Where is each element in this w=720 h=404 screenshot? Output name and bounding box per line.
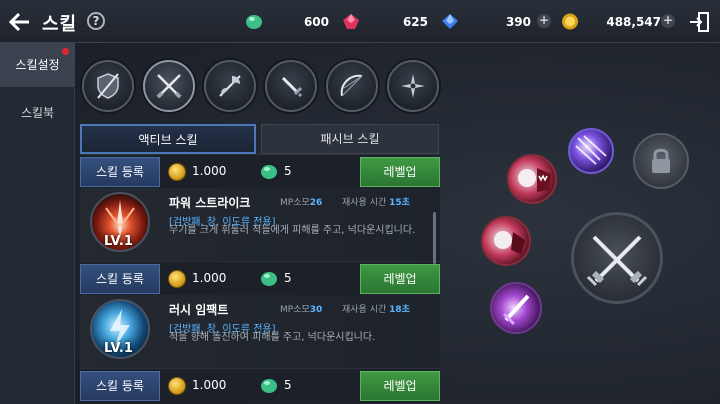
sidebar-item-skill-settings[interactable]: 스킬설정: [0, 43, 75, 87]
gem-cost: 5: [284, 271, 292, 285]
sidebar-item-label: 스킬북: [20, 106, 55, 120]
blue-gem-value: 390: [505, 15, 531, 29]
crossed-swords-icon: [156, 74, 182, 99]
weapon-filter-shield-sword[interactable]: [82, 60, 134, 112]
exit-button[interactable]: [688, 11, 710, 33]
back-arrow-icon: [9, 12, 29, 32]
gold-value: 488,547: [606, 15, 661, 29]
cooldown: 재사용 시간 18초: [342, 305, 410, 315]
green-gem-icon: [261, 165, 277, 179]
spirit-face-icon: [494, 231, 525, 254]
gold-coin-icon: [562, 13, 578, 30]
sidebar-item-skill-book[interactable]: 스킬북: [0, 91, 75, 135]
weapon-filter-bow[interactable]: [326, 60, 378, 112]
sidebar: 스킬설정 스킬북: [0, 43, 75, 404]
demon-face-icon: [518, 168, 551, 192]
skill-description: 적을 향해 돌진하여 피해를 주고, 넉다운시킵니다.: [169, 332, 376, 343]
tab-active-skills[interactable]: 액티브 스킬: [80, 124, 256, 154]
mp-cost: MP소모26: [280, 198, 323, 208]
green-gem-icon: [261, 379, 277, 393]
green-gem-counter: 600: [245, 12, 329, 32]
skill-level: LV.1: [104, 234, 133, 249]
axe-icon: [219, 75, 241, 97]
register-skill-button[interactable]: 스킬 등록: [80, 157, 160, 187]
levelup-button[interactable]: 레벨업: [360, 157, 440, 187]
page-title: 스킬: [42, 14, 78, 35]
skill-slot-locked[interactable]: [633, 133, 689, 189]
skill-slot-demon-face[interactable]: [507, 154, 557, 204]
top-bar: 스킬 ? 600 625 390 + 488,547 +: [0, 0, 720, 43]
shield-sword-icon: [97, 73, 119, 99]
cooldown: 재사용 시간 15초: [342, 198, 410, 208]
gem-cost: 5: [284, 378, 292, 392]
register-skill-button[interactable]: 스킬 등록: [80, 371, 160, 401]
shuriken-icon: [401, 74, 425, 98]
weapon-filter-axe[interactable]: [204, 60, 256, 112]
gold-cost: 1.000: [192, 378, 227, 392]
weapon-filter-bar: [80, 58, 440, 116]
list-scrollbar[interactable]: [433, 212, 436, 264]
levelup-button[interactable]: 레벨업: [360, 371, 440, 401]
blue-gem-counter: 390: [441, 12, 531, 32]
help-button[interactable]: ?: [87, 12, 105, 30]
blue-gem-plus-button[interactable]: +: [537, 14, 551, 28]
gold-coin-icon: [168, 270, 186, 288]
skill-card-power-strike[interactable]: LV.1 파워 스트라이크 MP소모26 재사용 시간 15초 [검방패, 창,…: [80, 188, 440, 261]
sidebar-item-label: 스킬설정: [15, 58, 60, 72]
gold-plus-button[interactable]: +: [661, 14, 675, 28]
skill-slot-dark-spirit[interactable]: [481, 216, 531, 266]
red-gem-icon: [343, 14, 359, 29]
register-skill-button[interactable]: 스킬 등록: [80, 264, 160, 294]
skill-description: 무기를 크게 휘둘러 적들에게 피해를 주고, 넉다운시킵니다.: [169, 225, 416, 236]
skill-action-row: 스킬 등록 1.000 5 레벨업: [80, 261, 440, 295]
weapon-filter-dagger[interactable]: [265, 60, 317, 112]
purple-blade-icon: [502, 294, 530, 326]
dagger-icon: [281, 76, 303, 98]
skill-slot-purple-blade[interactable]: [490, 282, 542, 334]
blue-gem-icon: [442, 14, 458, 29]
weapon-filter-shuriken[interactable]: [387, 60, 439, 112]
back-button[interactable]: [9, 12, 31, 32]
skill-action-row: 스킬 등록 1.000 5 레벨업: [80, 368, 440, 402]
levelup-button[interactable]: 레벨업: [360, 264, 440, 294]
skill-card-rush-impact[interactable]: LV.1 러시 임팩트 MP소모30 재사용 시간 18초 [검방패, 창, 이…: [80, 295, 440, 368]
skill-level: LV.1: [104, 341, 133, 356]
bow-icon: [340, 74, 363, 97]
green-gem-icon: [246, 15, 262, 29]
notification-dot: [62, 48, 69, 55]
crossed-swords-icon: [586, 235, 648, 287]
gold-coin-icon: [168, 377, 186, 395]
skill-action-row: 스킬 등록 1.000 5 레벨업: [80, 154, 440, 188]
green-gem-icon: [261, 272, 277, 286]
exit-door-icon: [690, 12, 709, 32]
skill-name: 파워 스트라이크: [169, 196, 251, 210]
gem-cost: 5: [284, 164, 292, 178]
skill-name: 러시 임팩트: [169, 303, 229, 317]
gold-cost: 1.000: [192, 271, 227, 285]
red-gem-counter: 625: [342, 12, 428, 32]
skill-screen: 스킬 ? 600 625 390 + 488,547 + 스킬설정 스킬북 액티…: [0, 0, 720, 404]
main-attack-button[interactable]: [571, 212, 663, 304]
gold-cost: 1.000: [192, 164, 227, 178]
tab-passive-skills[interactable]: 패시브 스킬: [261, 124, 439, 154]
skill-slot-purple-meteor[interactable]: [568, 128, 614, 174]
mp-cost: MP소모30: [280, 305, 323, 315]
green-gem-value: 600: [303, 15, 329, 29]
skill-list: 스킬 등록 1.000 5 레벨업 LV.1 파워 스트라이크 MP소모26 재…: [78, 154, 440, 404]
red-gem-value: 625: [402, 15, 428, 29]
weapon-filter-crossed-swords[interactable]: [143, 60, 195, 112]
lock-icon: [652, 148, 670, 173]
gold-coin-icon: [168, 163, 186, 181]
meteor-icon: [575, 135, 607, 165]
